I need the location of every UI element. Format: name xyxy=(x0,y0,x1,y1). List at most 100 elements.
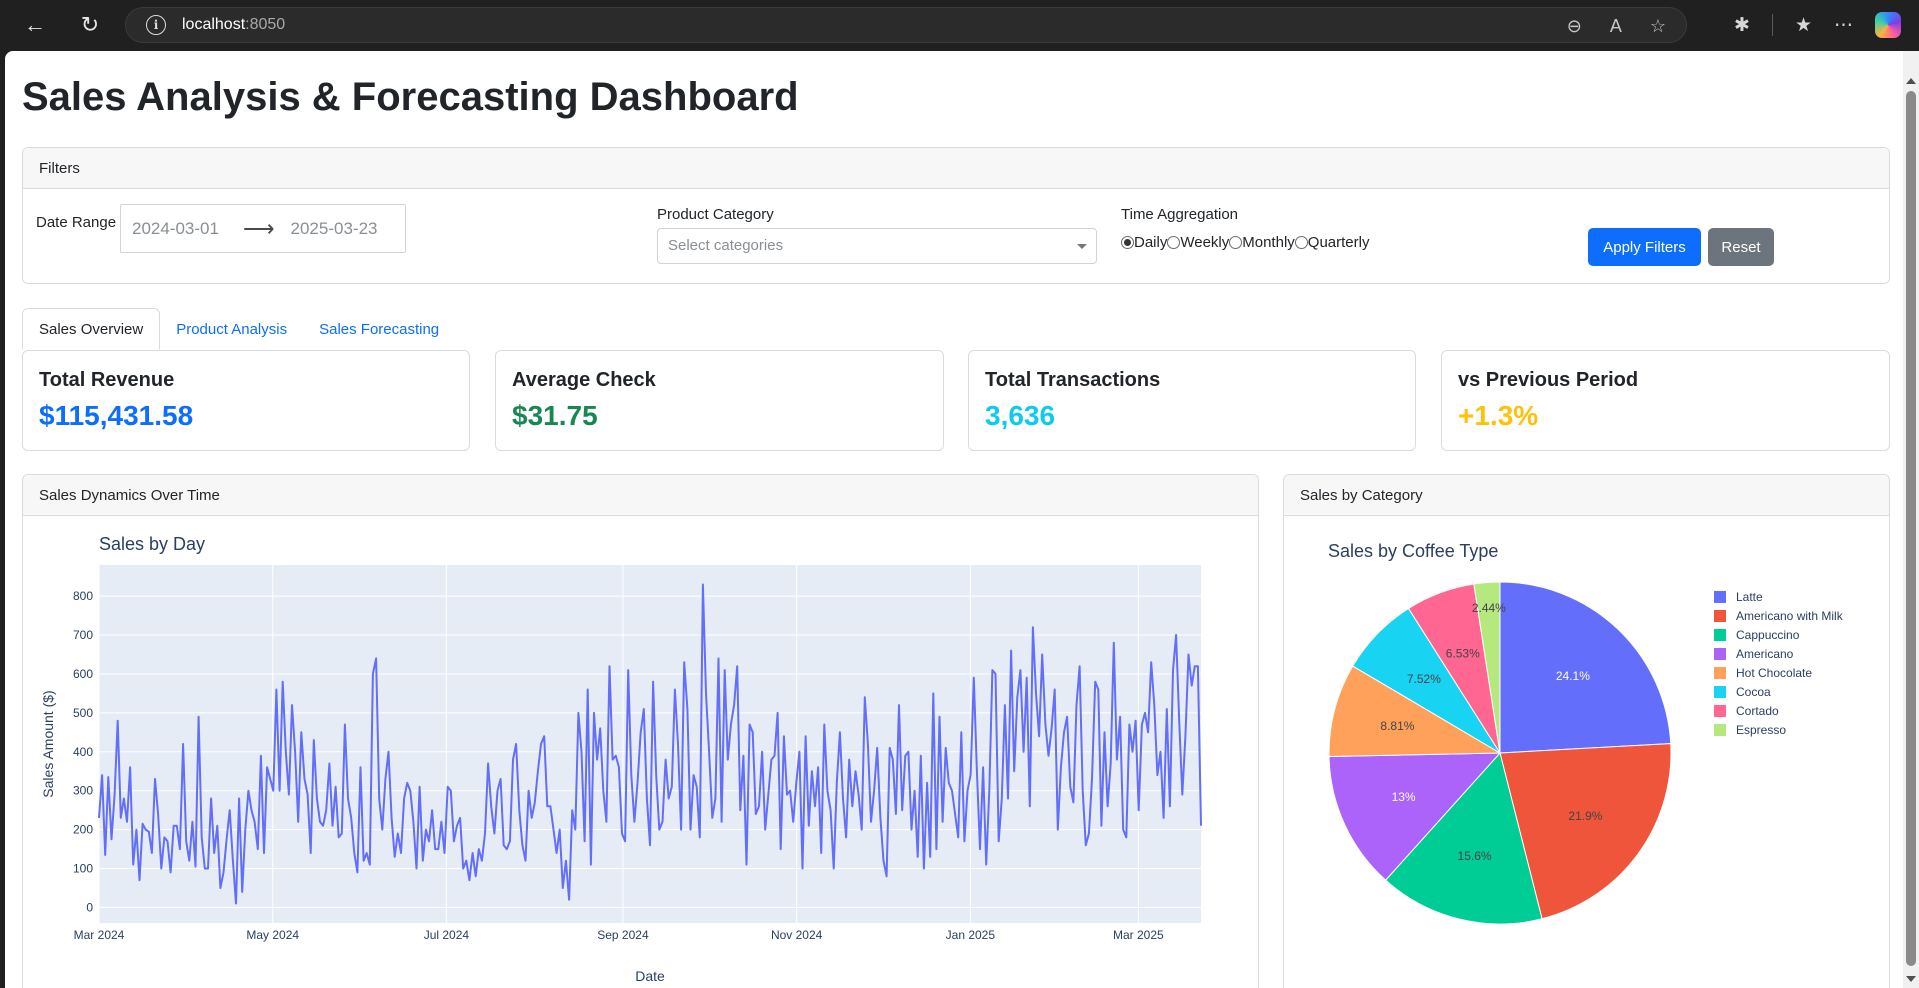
y-tick-label: 700 xyxy=(73,628,93,642)
info-icon[interactable]: i xyxy=(146,15,166,35)
radio-button[interactable] xyxy=(1229,236,1243,249)
toolbar-divider xyxy=(1771,14,1773,36)
page-title: Sales Analysis & Forecasting Dashboard xyxy=(22,75,799,119)
kpi-value: $115,431.58 xyxy=(39,400,194,431)
product-category-label: Product Category xyxy=(657,206,774,223)
pie-slice-label: 15.6% xyxy=(1458,849,1492,863)
address-bar[interactable]: i localhost:8050 ⊖ A ☆ xyxy=(125,7,1687,43)
sales-by-category-header: Sales by Category xyxy=(1284,475,1889,516)
legend-swatch xyxy=(1714,686,1726,698)
y-tick-label: 100 xyxy=(73,862,93,876)
legend-item[interactable]: Espresso xyxy=(1736,723,1786,737)
x-tick-label: Jul 2024 xyxy=(424,928,470,942)
refresh-icon[interactable]: ↻ xyxy=(72,7,108,43)
date-range-label: Date Range xyxy=(36,214,117,231)
legend-swatch xyxy=(1714,648,1726,660)
sales-dynamics-card: Sales Dynamics Over Time 0 100 200 300 400 50… xyxy=(22,474,1259,988)
tab-sales-overview[interactable]: Sales Overview xyxy=(22,308,161,350)
favorites-icon[interactable]: ★ xyxy=(1795,14,1812,37)
zoom-out-icon[interactable]: ⊖ xyxy=(1567,16,1582,37)
tab-product-analysis[interactable]: Product Analysis xyxy=(160,308,303,350)
x-tick-label: Nov 2024 xyxy=(771,928,823,942)
radio-button[interactable] xyxy=(1167,236,1181,249)
kpi-title: Total Transactions xyxy=(985,369,1161,391)
end-date-input[interactable]: 2025-03-23 xyxy=(291,219,378,239)
url-host: localhost xyxy=(182,16,246,33)
x-tick-label: May 2024 xyxy=(246,928,299,942)
legend-item[interactable]: Cocoa xyxy=(1736,685,1771,699)
y-tick-label: 0 xyxy=(86,900,93,914)
copilot-icon[interactable] xyxy=(1875,12,1901,38)
arrow-right-icon: ⟶ xyxy=(242,215,275,241)
tab-bar: Sales Overview Product Analysis Sales Fo… xyxy=(22,308,455,350)
kpi-card-vs-previous-period: vs Previous Period +1.3% xyxy=(1441,350,1890,451)
vertical-scrollbar[interactable] xyxy=(1903,51,1919,988)
start-date-input[interactable]: 2024-03-01 xyxy=(132,219,219,239)
x-tick-label: Sep 2024 xyxy=(597,928,649,942)
pie-slice-label: 8.81% xyxy=(1380,719,1414,733)
kpi-title: vs Previous Period xyxy=(1458,369,1639,391)
radio-label: Weekly xyxy=(1180,234,1230,251)
chevron-down-icon[interactable] xyxy=(1077,244,1087,249)
browser-toolbar: ← ↻ i localhost:8050 ⊖ A ☆ ✱ ★ ⋯ xyxy=(0,0,1919,50)
legend-item[interactable]: Hot Chocolate xyxy=(1736,666,1812,680)
product-category-placeholder: Select categories xyxy=(668,237,784,254)
sales-by-category-card: Sales by Category Sales by Coffee Type 2… xyxy=(1283,474,1890,988)
pie-slice-label: 13% xyxy=(1392,790,1416,804)
legend-swatch xyxy=(1714,610,1726,622)
radio-quarterly[interactable]: Quarterly xyxy=(1294,234,1370,251)
y-tick-label: 300 xyxy=(73,784,93,798)
pie-slice-latte[interactable] xyxy=(1499,581,1672,754)
radio-weekly[interactable]: Weekly xyxy=(1167,234,1229,251)
legend-item[interactable]: Americano with Milk xyxy=(1736,609,1844,623)
sales-dynamics-header: Sales Dynamics Over Time xyxy=(23,475,1258,516)
legend-item[interactable]: Cortado xyxy=(1736,704,1779,718)
kpi-title: Total Revenue xyxy=(39,369,175,391)
pie-slice-label: 21.9% xyxy=(1568,809,1602,823)
pie-slice-label: 7.52% xyxy=(1407,672,1441,686)
extensions-icon[interactable]: ✱ xyxy=(1734,14,1750,37)
url-port: :8050 xyxy=(245,16,286,33)
radio-monthly[interactable]: Monthly xyxy=(1229,234,1295,251)
tab-sales-forecasting[interactable]: Sales Forecasting xyxy=(303,308,455,350)
legend-swatch xyxy=(1714,629,1726,641)
back-icon[interactable]: ← xyxy=(17,7,53,43)
read-aloud-icon[interactable]: A xyxy=(1610,16,1622,37)
legend-swatch xyxy=(1714,724,1726,736)
chart-title: Sales by Day xyxy=(99,534,205,554)
date-range-picker[interactable]: 2024-03-01 ⟶ 2025-03-23 xyxy=(120,204,406,253)
scroll-up-arrow-icon[interactable] xyxy=(1906,78,1916,84)
radio-label: Quarterly xyxy=(1307,234,1370,251)
pie-slice-label: 24.1% xyxy=(1556,669,1590,683)
x-tick-label: Jan 2025 xyxy=(946,928,996,942)
time-aggregation-label: Time Aggregation xyxy=(1121,206,1239,223)
reset-button[interactable]: Reset xyxy=(1708,228,1774,266)
apply-filters-button[interactable]: Apply Filters xyxy=(1588,228,1701,266)
radio-button[interactable] xyxy=(1294,236,1308,249)
page-viewport: Sales Analysis & Forecasting Dashboard F… xyxy=(5,51,1919,988)
plot-area xyxy=(99,565,1201,923)
pie-slice-label: 2.44% xyxy=(1472,601,1506,615)
favorite-star-icon[interactable]: ☆ xyxy=(1650,16,1666,37)
scroll-down-arrow-icon[interactable] xyxy=(1906,976,1916,982)
scrollbar-thumb[interactable] xyxy=(1906,91,1916,966)
product-category-select[interactable]: Select categories xyxy=(657,228,1097,264)
kpi-value: 3,636 xyxy=(985,400,1056,431)
x-tick-label: Mar 2025 xyxy=(1113,928,1164,942)
more-menu-icon[interactable]: ⋯ xyxy=(1834,14,1853,37)
pie-slice-label: 6.53% xyxy=(1446,647,1480,661)
legend-item[interactable]: Cappuccino xyxy=(1736,628,1800,642)
legend-item[interactable]: Latte xyxy=(1736,590,1763,604)
legend-swatch xyxy=(1714,591,1726,603)
legend-item[interactable]: Americano xyxy=(1736,647,1794,661)
url-text[interactable]: localhost:8050 xyxy=(182,16,285,34)
radio-label: Monthly xyxy=(1242,234,1295,251)
kpi-card-total-transactions: Total Transactions 3,636 xyxy=(968,350,1416,451)
radio-button[interactable] xyxy=(1121,236,1134,249)
x-tick-label: Mar 2024 xyxy=(74,928,125,942)
radio-daily[interactable]: Daily xyxy=(1121,234,1167,251)
legend-swatch xyxy=(1714,667,1726,679)
filters-header: Filters xyxy=(23,148,1889,189)
sales-by-day-chart[interactable]: 0 100 200 300 400 500 600 700 800 Mar 2024 May 20… xyxy=(23,516,1258,988)
sales-by-coffee-type-chart[interactable]: Sales by Coffee Type 24.1% 21.9% 15.6% 13% 8… xyxy=(1284,516,1889,988)
